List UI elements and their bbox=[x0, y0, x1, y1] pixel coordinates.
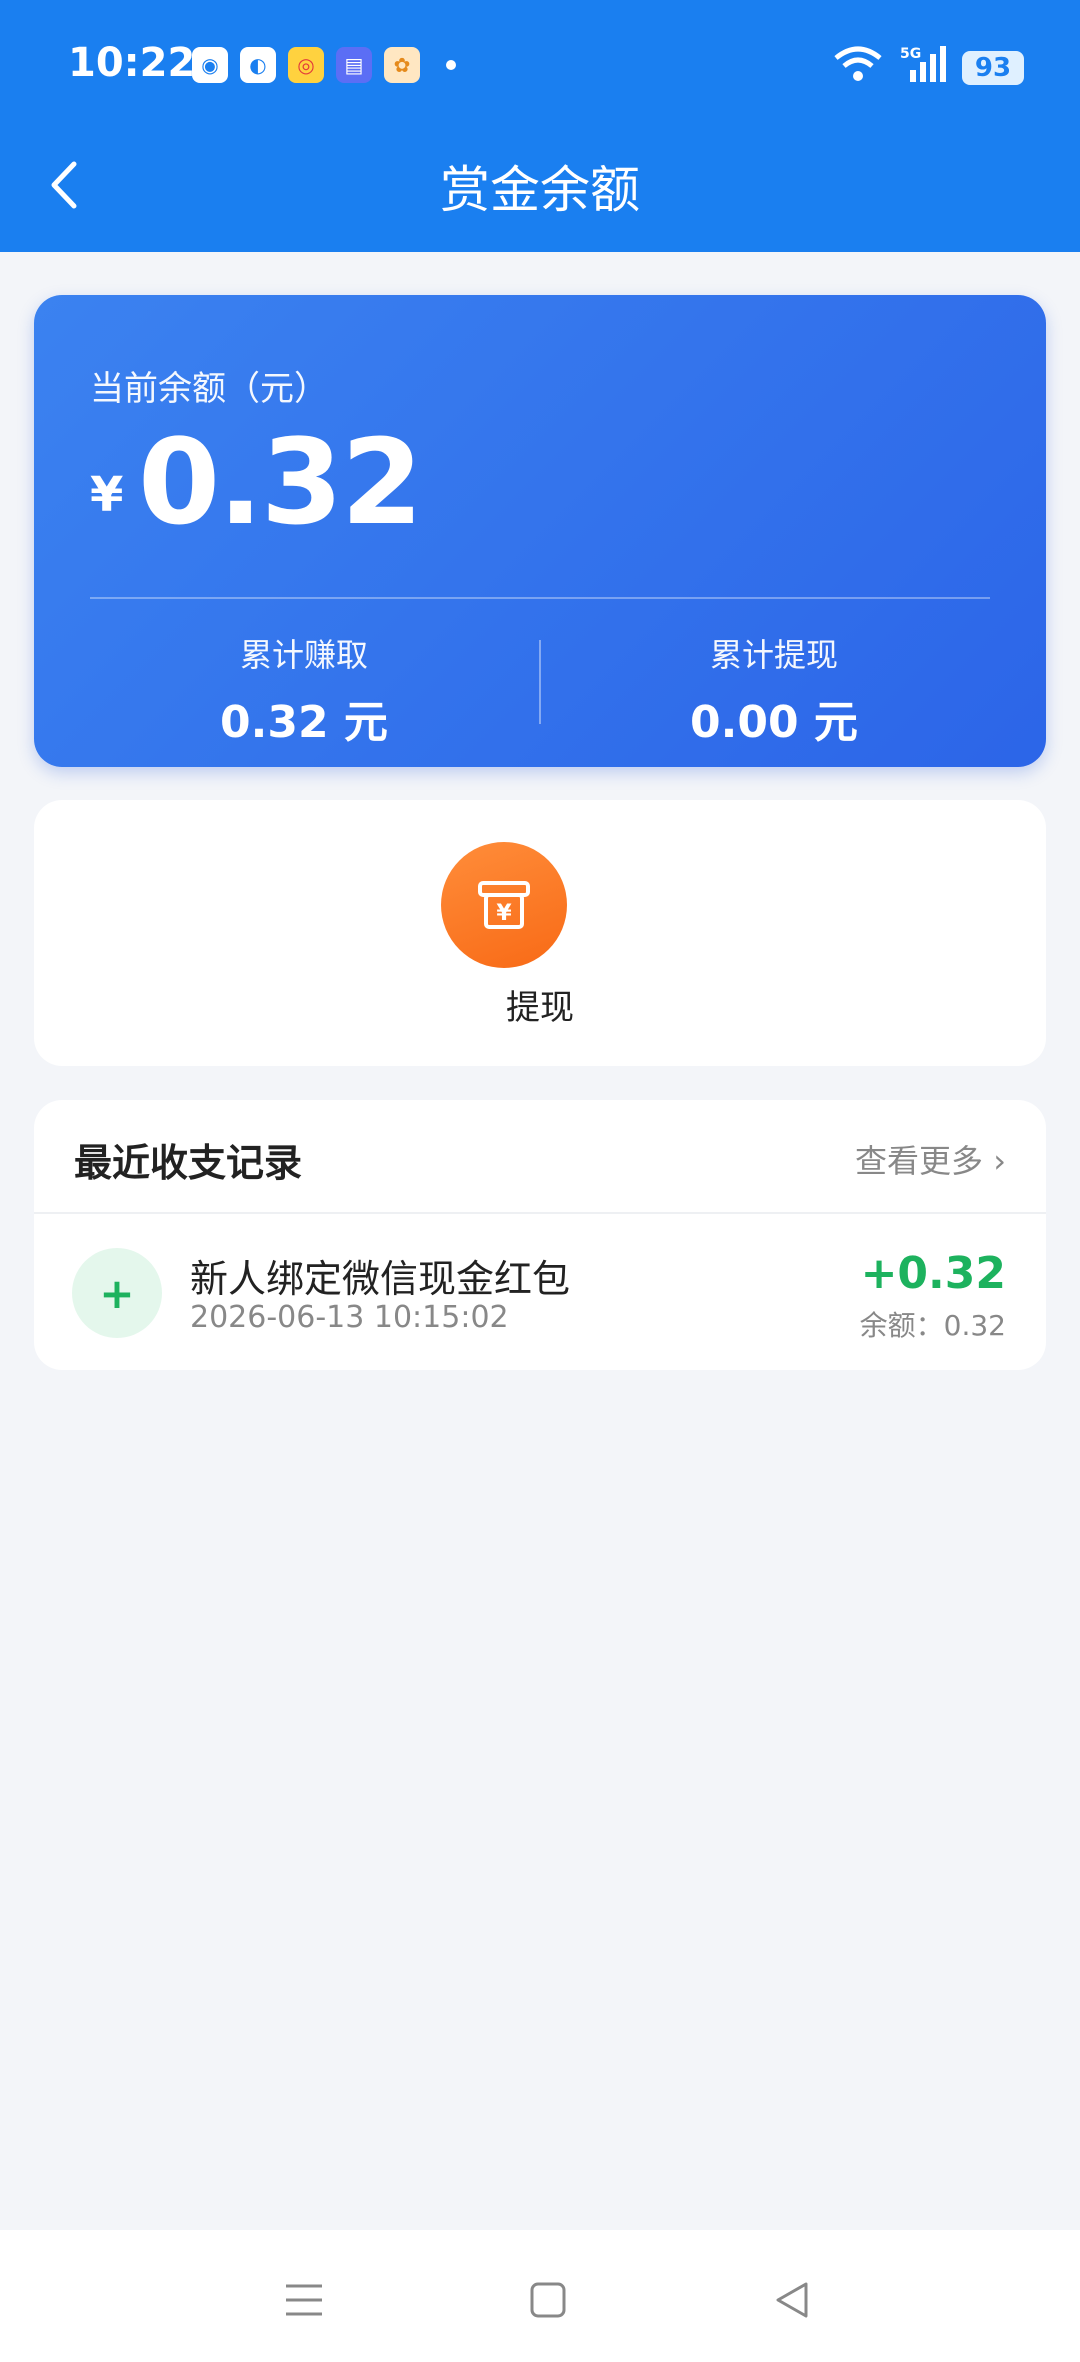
records-card: 最近收支记录 查看更多 › + 新人绑定微信现金红包 2026-06-13 10… bbox=[34, 1100, 1046, 1370]
withdrawn-value: 0.00 元 bbox=[690, 697, 858, 748]
earned-label: 累计赚取 bbox=[239, 636, 368, 674]
status-time: 10:22 bbox=[68, 40, 196, 86]
balance-card: 当前余额（元） ¥ 0.32 累计赚取 0.32 元 累计提现 0.00 元 bbox=[34, 295, 1046, 767]
income-plus-icon: + bbox=[72, 1248, 162, 1338]
records-divider bbox=[34, 1212, 1046, 1214]
home-icon[interactable] bbox=[526, 2278, 570, 2322]
record-balance: 余额：0.32 bbox=[859, 1309, 1006, 1342]
withdraw-button[interactable]: ¥ bbox=[441, 842, 567, 968]
earned-stat: 累计赚取 0.32 元 bbox=[94, 630, 514, 750]
withdrawn-label: 累计提现 bbox=[709, 636, 838, 674]
balance-label: 当前余额（元） bbox=[90, 369, 328, 409]
withdraw-label[interactable]: 提现 bbox=[0, 980, 1080, 1029]
withdraw-icon: ¥ bbox=[478, 881, 530, 929]
system-nav-bar bbox=[0, 2230, 1080, 2362]
record-amount: +0.32 bbox=[860, 1248, 1006, 1299]
withdrawn-stat: 累计提现 0.00 元 bbox=[564, 630, 984, 750]
weibo-icon: ◎ bbox=[288, 47, 324, 83]
app-notification-icon: ◐ bbox=[240, 47, 276, 83]
svg-text:5G: 5G bbox=[900, 46, 921, 62]
stat-separator bbox=[539, 640, 541, 724]
balance-divider bbox=[90, 597, 990, 599]
signal-icon: 5G bbox=[900, 44, 946, 92]
records-title: 最近收支记录 bbox=[74, 1141, 303, 1185]
svg-text:¥: ¥ bbox=[496, 901, 512, 926]
menu-icon[interactable] bbox=[282, 2278, 326, 2322]
earned-value: 0.32 元 bbox=[220, 697, 388, 748]
top-bar: 10:22 ◉ ◐ ◎ ▤ ✿ 5G 93 赏金余额 bbox=[0, 0, 1080, 252]
currency-symbol: ¥ bbox=[90, 467, 124, 523]
pet-icon: ✿ bbox=[384, 47, 420, 83]
battery-indicator: 93 bbox=[962, 51, 1024, 85]
record-time: 2026-06-13 10:15:02 bbox=[190, 1300, 509, 1335]
back-triangle-icon[interactable] bbox=[770, 2278, 814, 2322]
balance-value: 0.32 bbox=[138, 413, 423, 551]
page-title: 赏金余额 bbox=[440, 161, 640, 219]
status-right: 5G 93 bbox=[832, 44, 1024, 92]
message-icon: ▤ bbox=[336, 47, 372, 83]
wifi-icon bbox=[832, 44, 884, 92]
more-notifications-dot bbox=[446, 60, 456, 70]
view-more-link[interactable]: 查看更多 › bbox=[855, 1136, 1006, 1182]
notification-icons: ◉ ◐ ◎ ▤ ✿ bbox=[192, 47, 456, 83]
app-notification-icon: ◉ bbox=[192, 47, 228, 83]
record-name: 新人绑定微信现金红包 bbox=[190, 1257, 571, 1301]
